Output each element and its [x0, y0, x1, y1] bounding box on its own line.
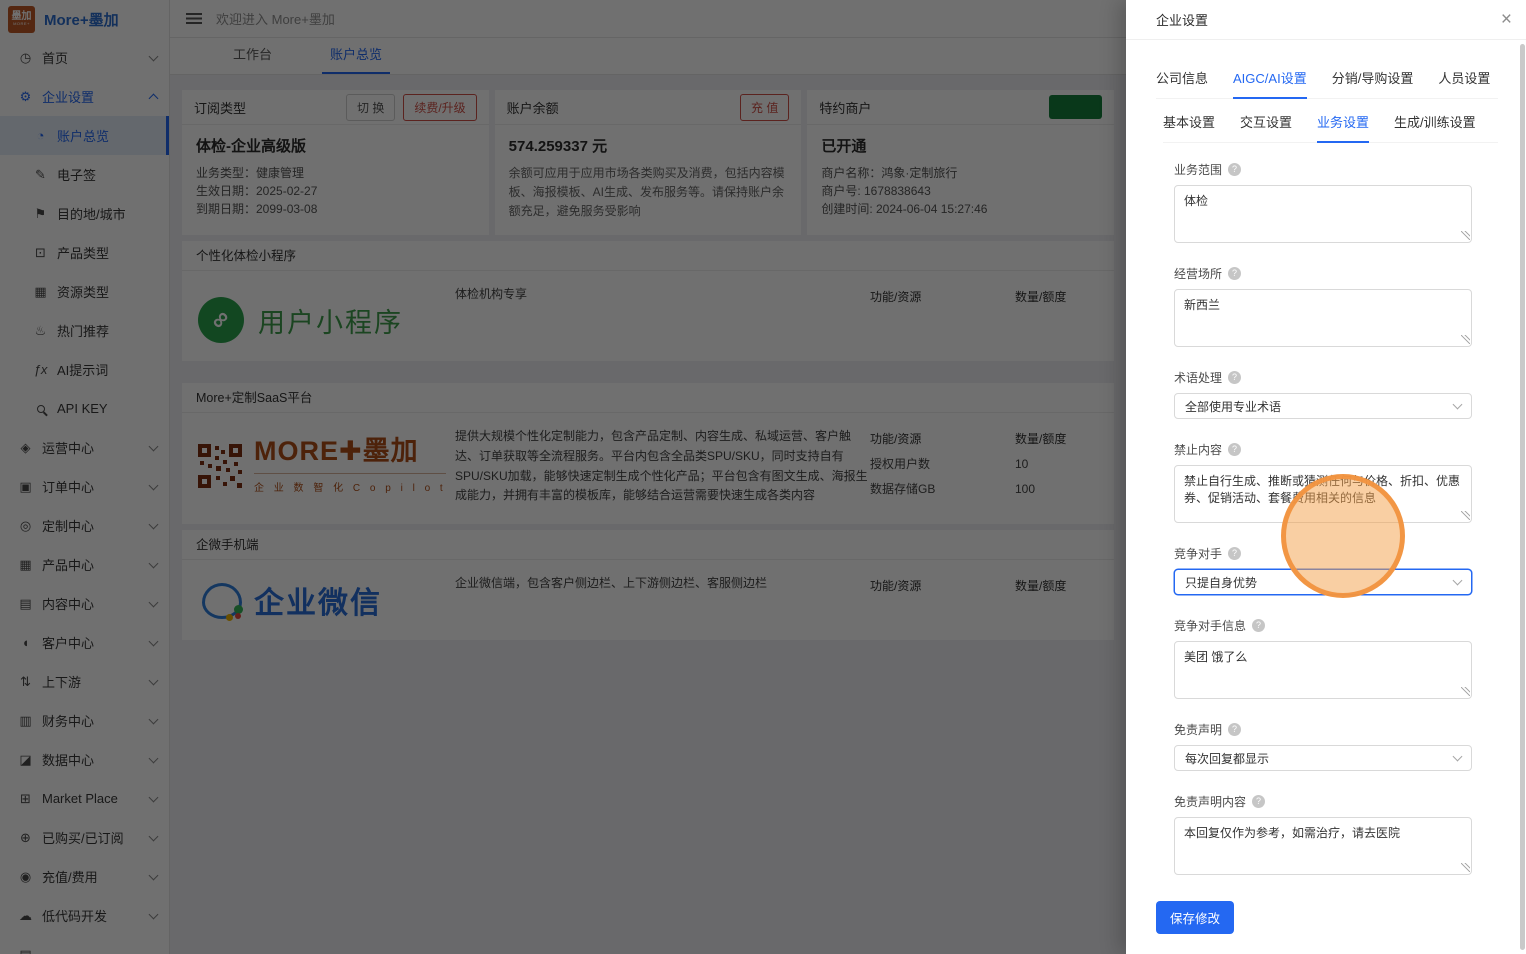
- help-icon[interactable]: ?: [1228, 163, 1241, 176]
- help-icon[interactable]: ?: [1252, 795, 1265, 808]
- save-changes-button[interactable]: 保存修改: [1156, 901, 1234, 934]
- enterprise-settings-drawer: 企业设置 × 公司信息 AIGC/AI设置 分销/导购设置 人员设置 基本设置 …: [1126, 0, 1526, 954]
- close-icon[interactable]: ×: [1501, 10, 1512, 29]
- chevron-down-icon: [1453, 576, 1463, 586]
- business-settings-form: 业务范围? 体检 经营场所? 新西兰 术语处理? 全部使用专业术语 禁止内容? …: [1174, 161, 1472, 875]
- field-label: 竞争对手信息: [1174, 617, 1246, 634]
- competitor-info-textarea[interactable]: 美团 饿了么: [1174, 641, 1472, 699]
- tab-basic-settings[interactable]: 基本设置: [1163, 112, 1215, 142]
- field-label: 术语处理: [1174, 369, 1222, 386]
- help-icon[interactable]: ?: [1228, 371, 1241, 384]
- tab-company-info[interactable]: 公司信息: [1156, 68, 1208, 98]
- field-label: 竞争对手: [1174, 545, 1222, 562]
- help-icon[interactable]: ?: [1228, 443, 1241, 456]
- tab-business-settings[interactable]: 业务设置: [1317, 112, 1369, 143]
- scrollbar[interactable]: [1520, 44, 1525, 950]
- field-label: 免责声明内容: [1174, 793, 1246, 810]
- drawer-tabs-primary: 公司信息 AIGC/AI设置 分销/导购设置 人员设置: [1156, 68, 1498, 99]
- disclaimer-select[interactable]: 每次回复都显示: [1174, 745, 1472, 771]
- tab-interaction-settings[interactable]: 交互设置: [1240, 112, 1292, 142]
- help-icon[interactable]: ?: [1228, 547, 1241, 560]
- chevron-down-icon: [1453, 400, 1463, 410]
- drawer-title: 企业设置: [1156, 10, 1501, 29]
- tab-aigc-ai-settings[interactable]: AIGC/AI设置: [1233, 68, 1307, 99]
- help-icon[interactable]: ?: [1228, 723, 1241, 736]
- disclaimer-content-textarea[interactable]: 本回复仅作为参考，如需治疗，请去医院: [1174, 817, 1472, 875]
- help-icon[interactable]: ?: [1252, 619, 1265, 632]
- field-label: 禁止内容: [1174, 441, 1222, 458]
- business-scope-textarea[interactable]: 体检: [1174, 185, 1472, 243]
- tab-personnel-settings[interactable]: 人员设置: [1438, 68, 1490, 98]
- field-label: 免责声明: [1174, 721, 1222, 738]
- business-location-textarea[interactable]: 新西兰: [1174, 289, 1472, 347]
- competitor-select[interactable]: 只提自身优势: [1174, 569, 1472, 595]
- field-label: 经营场所: [1174, 265, 1222, 282]
- field-label: 业务范围: [1174, 161, 1222, 178]
- terminology-select[interactable]: 全部使用专业术语: [1174, 393, 1472, 419]
- chevron-down-icon: [1453, 752, 1463, 762]
- forbidden-content-textarea[interactable]: 禁止自行生成、推断或猜测任何与价格、折扣、优惠券、促销活动、套餐费用相关的信息: [1174, 465, 1472, 523]
- drawer-tabs-secondary: 基本设置 交互设置 业务设置 生成/训练设置: [1163, 112, 1498, 143]
- drawer-mask[interactable]: [0, 0, 1126, 954]
- help-icon[interactable]: ?: [1228, 267, 1241, 280]
- tab-generation-training-settings[interactable]: 生成/训练设置: [1394, 112, 1476, 142]
- tab-distribution-settings[interactable]: 分销/导购设置: [1332, 68, 1414, 98]
